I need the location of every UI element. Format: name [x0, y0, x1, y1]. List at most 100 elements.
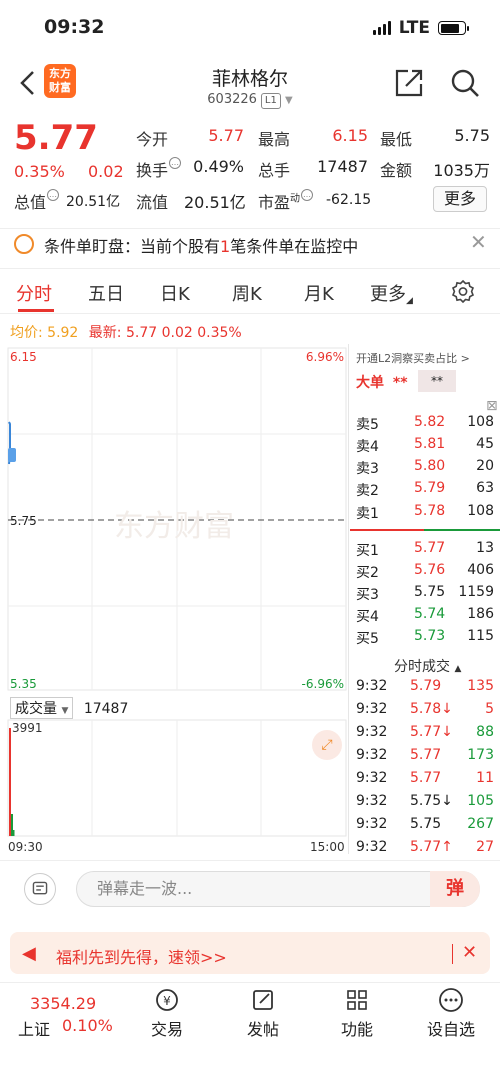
trade-time: 9:32 — [356, 701, 388, 717]
close-icon[interactable]: ✕ — [470, 230, 487, 254]
ask-row[interactable]: 卖5 5.82 108 — [356, 414, 496, 436]
ask-label: 卖2 — [356, 483, 379, 499]
trade-volume: 5 — [485, 701, 494, 717]
close-icon[interactable]: ⊠ — [486, 398, 498, 414]
volume-value: 17487 — [317, 157, 368, 176]
bid-row[interactable]: 买3 5.75 1159 — [356, 584, 496, 606]
edit-icon — [253, 990, 273, 1010]
search-icon[interactable] — [448, 66, 482, 100]
trade-row: 9:32 5.77↑ 27 — [356, 839, 496, 861]
info-icon[interactable]: … — [47, 189, 60, 201]
tab-weekly-k[interactable]: 周K — [232, 280, 262, 306]
turnover-value: 0.49% — [193, 157, 244, 176]
trade-time: 9:32 — [356, 770, 388, 786]
share-icon[interactable] — [392, 66, 426, 100]
danmu-input[interactable]: 弹幕走一波... — [76, 871, 480, 907]
l2-link[interactable]: 开通L2洞察买卖占比 > — [356, 350, 470, 366]
nav-watchlist[interactable]: 设自选 — [416, 986, 486, 1040]
info-icon[interactable]: … — [169, 157, 182, 169]
big-order: 大单 ** — [356, 372, 408, 392]
open-value: 5.77 — [208, 126, 244, 145]
trade-volume: 135 — [467, 678, 494, 694]
tab-daily-k[interactable]: 日K — [160, 280, 190, 306]
trade-row: 9:32 5.77↓ 88 — [356, 724, 496, 746]
trade-price: 5.78↓ — [410, 701, 453, 717]
nav-trade[interactable]: ¥ 交易 — [132, 986, 202, 1040]
monitor-text: 条件单盯盘：当前个股有1笔条件单在监控中 — [44, 233, 358, 257]
bid-volume: 115 — [467, 628, 494, 644]
nav-functions[interactable]: 功能 — [322, 986, 392, 1040]
ask-row[interactable]: 卖1 5.78 108 — [356, 503, 496, 525]
divider — [452, 944, 453, 964]
tab-more[interactable]: 更多◢ — [370, 280, 413, 306]
bid-row[interactable]: 买5 5.73 115 — [356, 628, 496, 650]
tab-monthly-k[interactable]: 月K — [304, 280, 334, 306]
bid-row[interactable]: 买4 5.74 186 — [356, 606, 496, 628]
more-button[interactable]: 更多 — [433, 186, 487, 212]
trade-price: 5.79 — [410, 678, 442, 694]
megaphone-icon: ◀ — [22, 943, 36, 964]
dropdown-caret-icon: ▼ — [61, 706, 69, 716]
trade-price: 5.77 — [410, 770, 442, 786]
bid-label: 买3 — [356, 587, 379, 603]
trade-volume: 105 — [467, 793, 494, 809]
ask-volume: 45 — [476, 436, 494, 452]
promo-text[interactable]: 福利先到先得，速领>> — [56, 944, 227, 968]
trade-volume: 173 — [467, 747, 494, 763]
danmu-button[interactable]: 弹 — [430, 871, 480, 907]
trade-row: 9:32 5.75↓ 105 — [356, 793, 496, 815]
nav-post[interactable]: 发帖 — [228, 986, 298, 1040]
status-bar: 09:32 LTE — [0, 0, 500, 58]
pe-label-text: 市盈 — [258, 193, 291, 212]
trade-row: 9:32 5.78↓ 5 — [356, 701, 496, 723]
active-tab-indicator — [18, 309, 54, 312]
ask-row[interactable]: 卖3 5.80 20 — [356, 458, 496, 480]
low-label: 最低 — [380, 130, 413, 149]
high-value: 6.15 — [332, 126, 368, 145]
ask-label: 卖5 — [356, 417, 379, 433]
bid-volume: 13 — [476, 540, 494, 556]
intraday-chart[interactable]: 东方财富 — [0, 344, 348, 844]
network-label: LTE — [398, 18, 430, 38]
trade-time: 9:32 — [356, 678, 388, 694]
bid-row[interactable]: 买2 5.76 406 — [356, 562, 496, 584]
monitor-suffix: 笔条件单在监控中 — [230, 237, 359, 256]
monitor-count: 1 — [220, 237, 231, 256]
tab-intraday[interactable]: 分时 — [16, 280, 52, 306]
mktcap-label-text: 总值 — [14, 193, 47, 212]
tab-five-day[interactable]: 五日 — [88, 280, 124, 306]
bid-label: 买4 — [356, 609, 379, 625]
trade-time: 9:32 — [356, 724, 388, 740]
volume-max: 3991 — [12, 721, 43, 735]
nav-trade-label: 交易 — [150, 1020, 183, 1039]
ask-row[interactable]: 卖2 5.79 63 — [356, 480, 496, 502]
clock-icon — [14, 234, 34, 254]
ask-row[interactable]: 卖4 5.81 45 — [356, 436, 496, 458]
amount-label: 金额 — [380, 161, 413, 180]
bid-price: 5.74 — [414, 606, 446, 622]
level-tag: L1 — [260, 93, 281, 109]
bid-price: 5.76 — [414, 562, 446, 578]
info-icon[interactable]: … — [301, 189, 314, 201]
comment-list-icon[interactable] — [24, 873, 56, 905]
gear-icon[interactable] — [450, 279, 476, 305]
index-value[interactable]: 3354.29 — [30, 994, 96, 1013]
nav-watchlist-label: 设自选 — [426, 1020, 475, 1039]
index-name[interactable]: 上证 — [18, 1016, 50, 1040]
volume-label: 总手 — [258, 161, 291, 180]
bid-label: 买2 — [356, 565, 379, 581]
current-price: 5.77 — [14, 118, 98, 158]
expand-icon[interactable]: ⤢ — [312, 730, 342, 760]
trade-volume: 27 — [476, 839, 494, 855]
bid-row[interactable]: 买1 5.77 13 — [356, 540, 496, 562]
trades-title[interactable]: 分时成交 ▲ — [394, 656, 461, 676]
bid-price: 5.73 — [414, 628, 446, 644]
ask-price: 5.78 — [414, 503, 446, 519]
close-icon[interactable]: ✕ — [462, 942, 477, 963]
index-pct[interactable]: 0.10% — [62, 1016, 113, 1035]
nav-functions-label: 功能 — [340, 1020, 373, 1039]
avg-label: 均价: — [10, 325, 43, 341]
volume-indicator-select[interactable]: 成交量 ▼ — [10, 697, 74, 719]
latest-pct: 0.35% — [197, 325, 242, 341]
axis-bottom-pct: -6.96% — [301, 677, 344, 691]
